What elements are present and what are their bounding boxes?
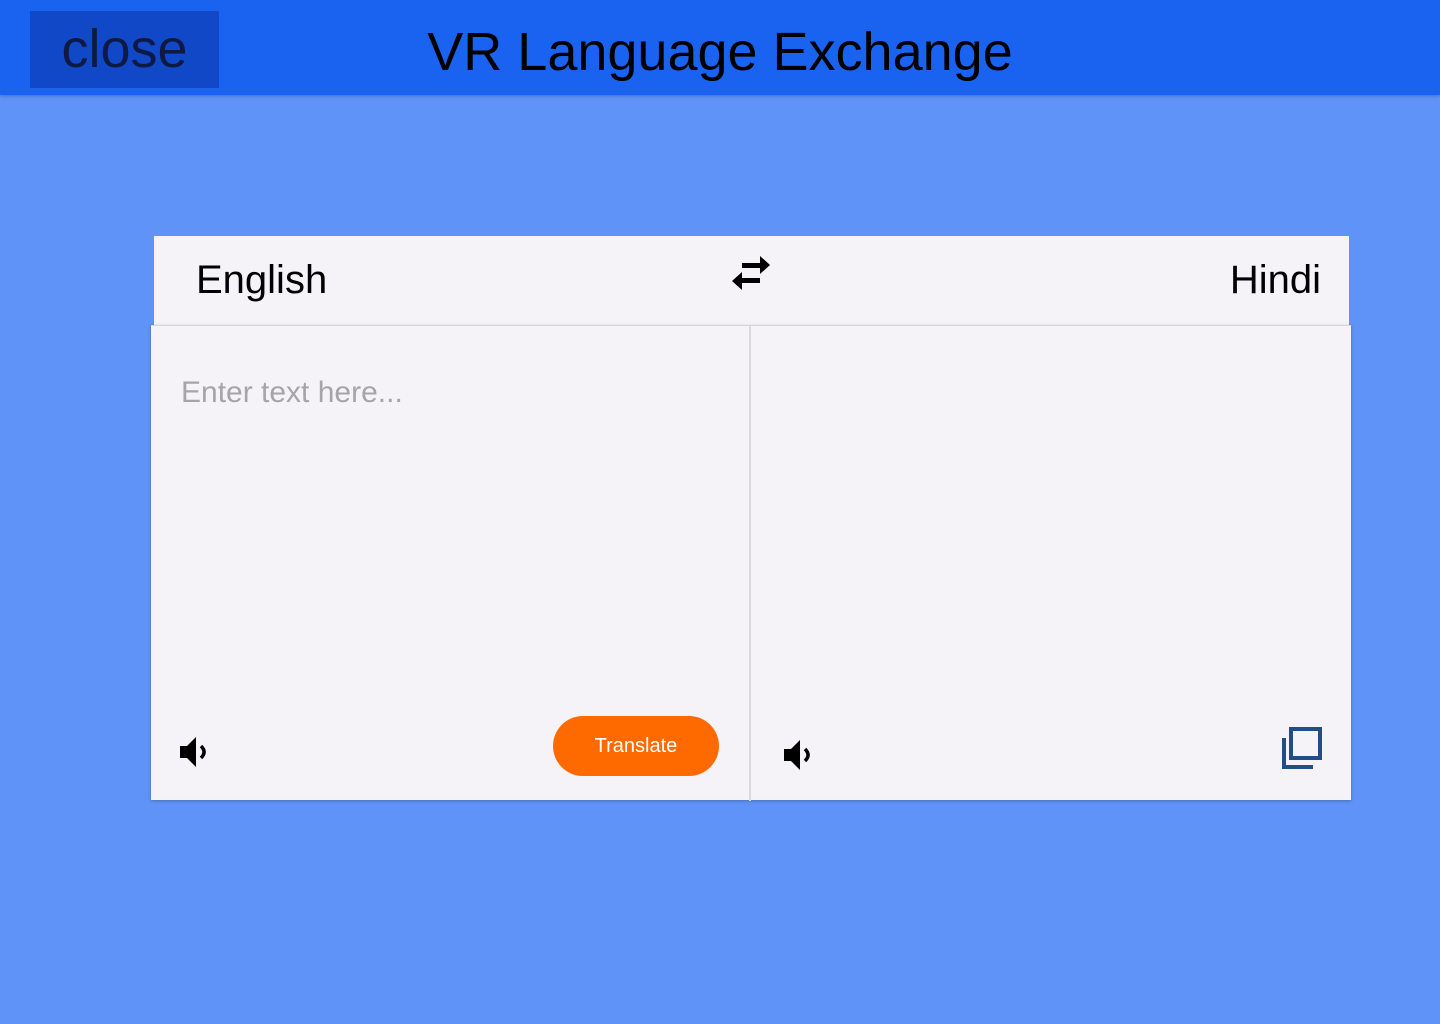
translated-text-output (771, 366, 1331, 666)
speaker-icon (180, 737, 206, 767)
swap-languages-button[interactable] (728, 251, 774, 297)
target-language-selector[interactable]: Hindi (1230, 236, 1321, 325)
top-bar: close VR Language Exchange (0, 0, 1440, 95)
target-speaker-button[interactable] (782, 737, 818, 773)
panel-divider (749, 326, 751, 801)
swap-arrows-icon (732, 256, 770, 290)
speaker-icon (784, 740, 810, 770)
source-text-input[interactable] (171, 366, 731, 666)
app-title: VR Language Exchange (427, 22, 1013, 82)
source-language-selector[interactable]: English (196, 236, 327, 325)
source-speaker-button[interactable] (178, 734, 214, 770)
copy-button[interactable] (1279, 726, 1325, 772)
translation-panel: Translate (151, 325, 1351, 801)
copy-icon (1282, 727, 1322, 769)
language-bar: English Hindi (154, 236, 1349, 325)
translate-button[interactable]: Translate (553, 716, 719, 776)
